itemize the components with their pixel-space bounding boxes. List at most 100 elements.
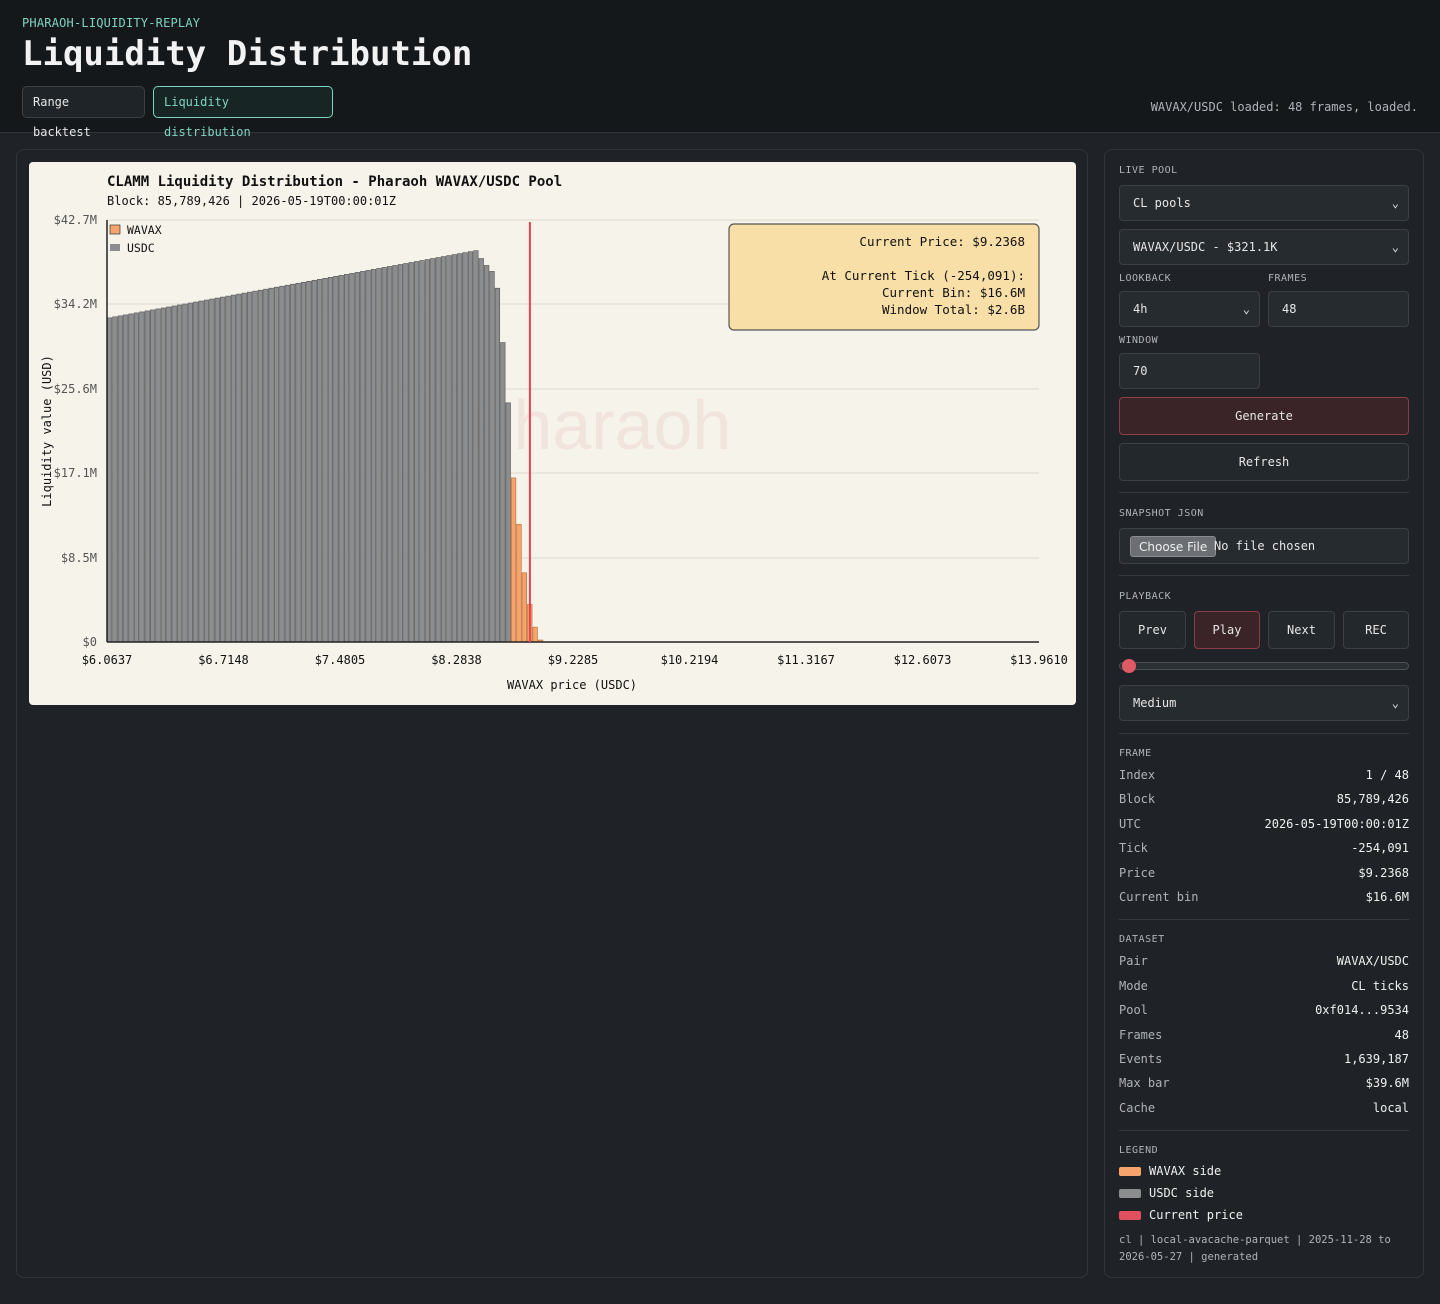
bar-usdc xyxy=(478,258,484,643)
pool-value: WAVAX/USDC - $321.1K xyxy=(1133,240,1278,254)
snapshot-file-input[interactable]: Choose File No file chosen xyxy=(1119,528,1409,564)
tab-liquidity-distribution[interactable]: Liquidity distribution xyxy=(153,86,333,139)
chart-subtitle: Block: 85,789,426 | 2026-05-19T00:00:01Z xyxy=(107,194,396,208)
bar-usdc xyxy=(414,261,420,643)
legend-item-label: WAVAX side xyxy=(1149,1164,1222,1178)
dataset-value: $39.6M xyxy=(1365,1076,1409,1090)
window-input[interactable]: 70 xyxy=(1119,353,1260,389)
legend-wavax-label: WAVAX xyxy=(127,223,162,237)
bar-usdc xyxy=(193,301,199,643)
divider xyxy=(1119,492,1409,493)
bar-usdc xyxy=(392,265,398,643)
chart-legend: WAVAX USDC xyxy=(109,223,162,255)
bar-usdc xyxy=(333,276,339,643)
bar-usdc xyxy=(446,255,452,643)
divider xyxy=(1119,919,1409,920)
dataset-key: Frames xyxy=(1119,1028,1163,1042)
rec-button[interactable]: REC xyxy=(1343,611,1409,649)
bar-usdc xyxy=(311,279,317,643)
play-button[interactable]: Play xyxy=(1194,611,1260,649)
load-status: WAVAX/USDC loaded: 48 frames, loaded. xyxy=(1150,100,1418,114)
bar-usdc xyxy=(403,263,409,643)
lookback-value: 4h xyxy=(1133,302,1148,316)
annotation-line-3: At Current Tick (-254,091): xyxy=(822,268,1025,283)
frame-key: Price xyxy=(1119,866,1156,880)
bar-usdc xyxy=(144,310,150,643)
frames-input[interactable]: 48 xyxy=(1268,291,1409,327)
bar-usdc xyxy=(112,316,118,643)
tab-range-backtest[interactable]: Range backtest xyxy=(22,86,145,139)
bar-usdc xyxy=(257,289,263,643)
frame-row-tick: Tick -254,091 xyxy=(1119,841,1409,859)
y-tick-label: $17.1M xyxy=(54,466,97,480)
bar-usdc xyxy=(133,312,140,643)
dataset-label: DATASET xyxy=(1119,934,1165,945)
bar-usdc xyxy=(241,292,247,643)
chart-card: Pharaoh $0 $8.5M $17.1M $25.6M $34.2M $42.7M … xyxy=(29,162,1076,705)
refresh-button[interactable]: Refresh xyxy=(1119,443,1409,481)
frame-value: $9.2368 xyxy=(1358,866,1409,880)
chevron-down-icon: ⌄ xyxy=(1391,196,1399,210)
lookback-select[interactable]: 4h ⌄ xyxy=(1119,291,1260,327)
bar-usdc xyxy=(419,260,425,643)
dataset-row-events: Events 1,639,187 xyxy=(1119,1052,1409,1070)
annotation-line-5: Window Total: $2.6B xyxy=(882,302,1025,317)
chart-title: CLAMM Liquidity Distribution - Pharaoh W… xyxy=(107,174,562,190)
app-brand: PHARAOH-LIQUIDITY-REPLAY xyxy=(22,16,201,30)
pool-type-value: CL pools xyxy=(1133,196,1191,210)
bar-usdc xyxy=(225,295,231,643)
frame-row-index: Index 1 / 48 xyxy=(1119,768,1409,786)
dataset-key: Mode xyxy=(1119,979,1148,993)
x-tick-label: $10.2194 xyxy=(661,653,719,667)
bar-usdc xyxy=(123,314,129,643)
bar-usdc xyxy=(139,311,145,643)
playback-slider[interactable] xyxy=(1119,662,1409,670)
divider xyxy=(1119,733,1409,734)
bar-usdc xyxy=(268,287,274,643)
pool-type-select[interactable]: CL pools ⌄ xyxy=(1119,185,1409,221)
bar-wavax xyxy=(521,572,527,643)
bar-usdc xyxy=(220,296,226,643)
dataset-key: Cache xyxy=(1119,1101,1156,1115)
app-header: PHARAOH-LIQUIDITY-REPLAY Liquidity Distr… xyxy=(0,0,1440,139)
legend-swatch xyxy=(1119,1211,1141,1220)
next-button[interactable]: Next xyxy=(1268,611,1335,649)
frames-label: FRAMES xyxy=(1268,273,1308,284)
chevron-down-icon: ⌄ xyxy=(1242,302,1250,316)
generate-button[interactable]: Generate xyxy=(1119,397,1409,435)
speed-select[interactable]: Medium ⌄ xyxy=(1119,685,1409,721)
legend-usdc-swatch xyxy=(110,244,120,251)
bar-usdc xyxy=(290,283,296,643)
dataset-row-max-bar: Max bar $39.6M xyxy=(1119,1076,1409,1094)
bar-usdc xyxy=(230,294,237,643)
dataset-footnote: cl | local-avacache-parquet | 2025-11-28… xyxy=(1119,1234,1391,1263)
bar-usdc xyxy=(376,268,382,643)
frame-key: Current bin xyxy=(1119,890,1199,904)
bar-usdc xyxy=(381,267,387,643)
x-tick-label: $11.3167 xyxy=(777,653,835,667)
bar-usdc xyxy=(306,280,312,643)
bar-usdc xyxy=(160,307,167,643)
bar-usdc xyxy=(505,402,511,643)
choose-file-button[interactable]: Choose File xyxy=(1130,536,1217,557)
legend-swatch xyxy=(1119,1189,1141,1198)
bar-usdc xyxy=(209,298,215,643)
bar-usdc xyxy=(176,304,183,643)
bar-usdc xyxy=(214,297,220,643)
pool-select[interactable]: WAVAX/USDC - $321.1K ⌄ xyxy=(1119,229,1409,265)
bar-usdc xyxy=(300,281,307,643)
bar-usdc xyxy=(467,251,474,643)
bar-usdc xyxy=(198,300,204,643)
annotation-line-1: Current Price: $9.2368 xyxy=(859,234,1025,249)
control-panel: LIVE POOL CL pools ⌄ WAVAX/USDC - $321.1… xyxy=(1104,149,1424,1278)
frame-row-block: Block 85,789,426 xyxy=(1119,792,1409,810)
dataset-value: 1,639,187 xyxy=(1343,1052,1409,1066)
bar-usdc xyxy=(365,270,371,643)
dataset-row-mode: Mode CL ticks xyxy=(1119,979,1409,997)
bar-usdc xyxy=(327,277,334,643)
divider xyxy=(1119,1130,1409,1131)
playback-slider-thumb[interactable] xyxy=(1122,659,1136,673)
bar-usdc xyxy=(500,342,506,643)
prev-button[interactable]: Prev xyxy=(1119,611,1186,649)
y-tick-label: $34.2M xyxy=(54,297,97,311)
